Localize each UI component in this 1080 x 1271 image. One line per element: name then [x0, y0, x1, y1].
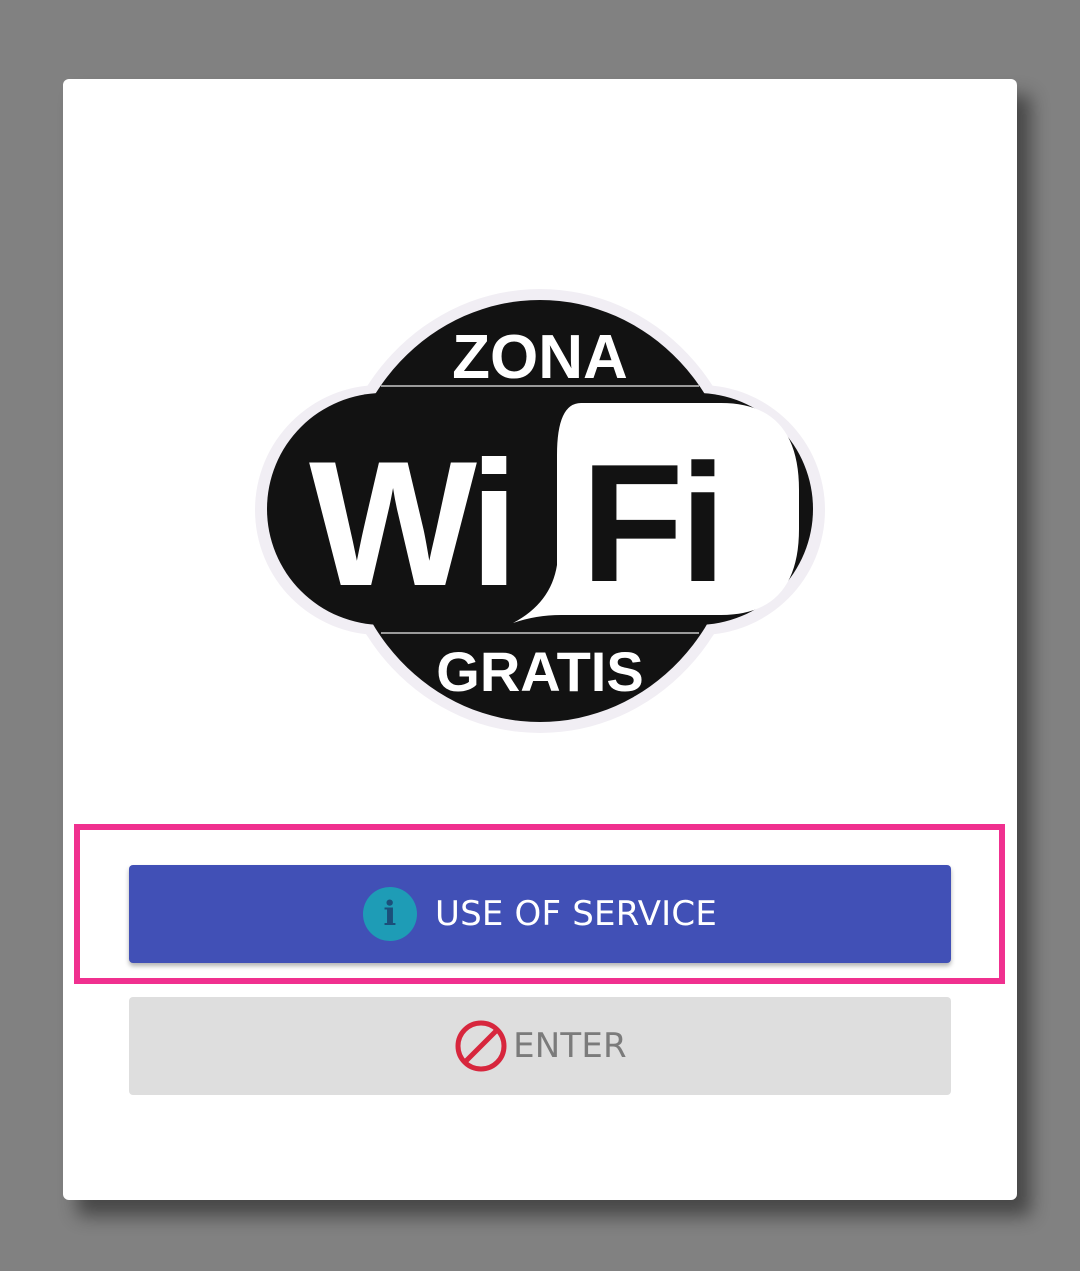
info-icon: i	[362, 887, 417, 941]
prohibited-icon	[453, 1018, 509, 1074]
logo-fi-text: Fi	[581, 429, 722, 617]
wifi-zone-logo: ZONA Wi Fi GRATIS	[251, 285, 829, 735]
use-of-service-button[interactable]: i USE OF SERVICE	[129, 865, 951, 963]
logo-top-text: ZONA	[452, 323, 628, 392]
logo-bottom-text: GRATIS	[436, 640, 643, 703]
portal-card: ZONA Wi Fi GRATIS i USE OF SERVICE ENTER	[63, 79, 1017, 1200]
logo-wi-text: Wi	[309, 424, 513, 623]
use-of-service-label: USE OF SERVICE	[434, 894, 718, 934]
enter-label: ENTER	[513, 1026, 627, 1066]
enter-button[interactable]: ENTER	[129, 997, 951, 1095]
